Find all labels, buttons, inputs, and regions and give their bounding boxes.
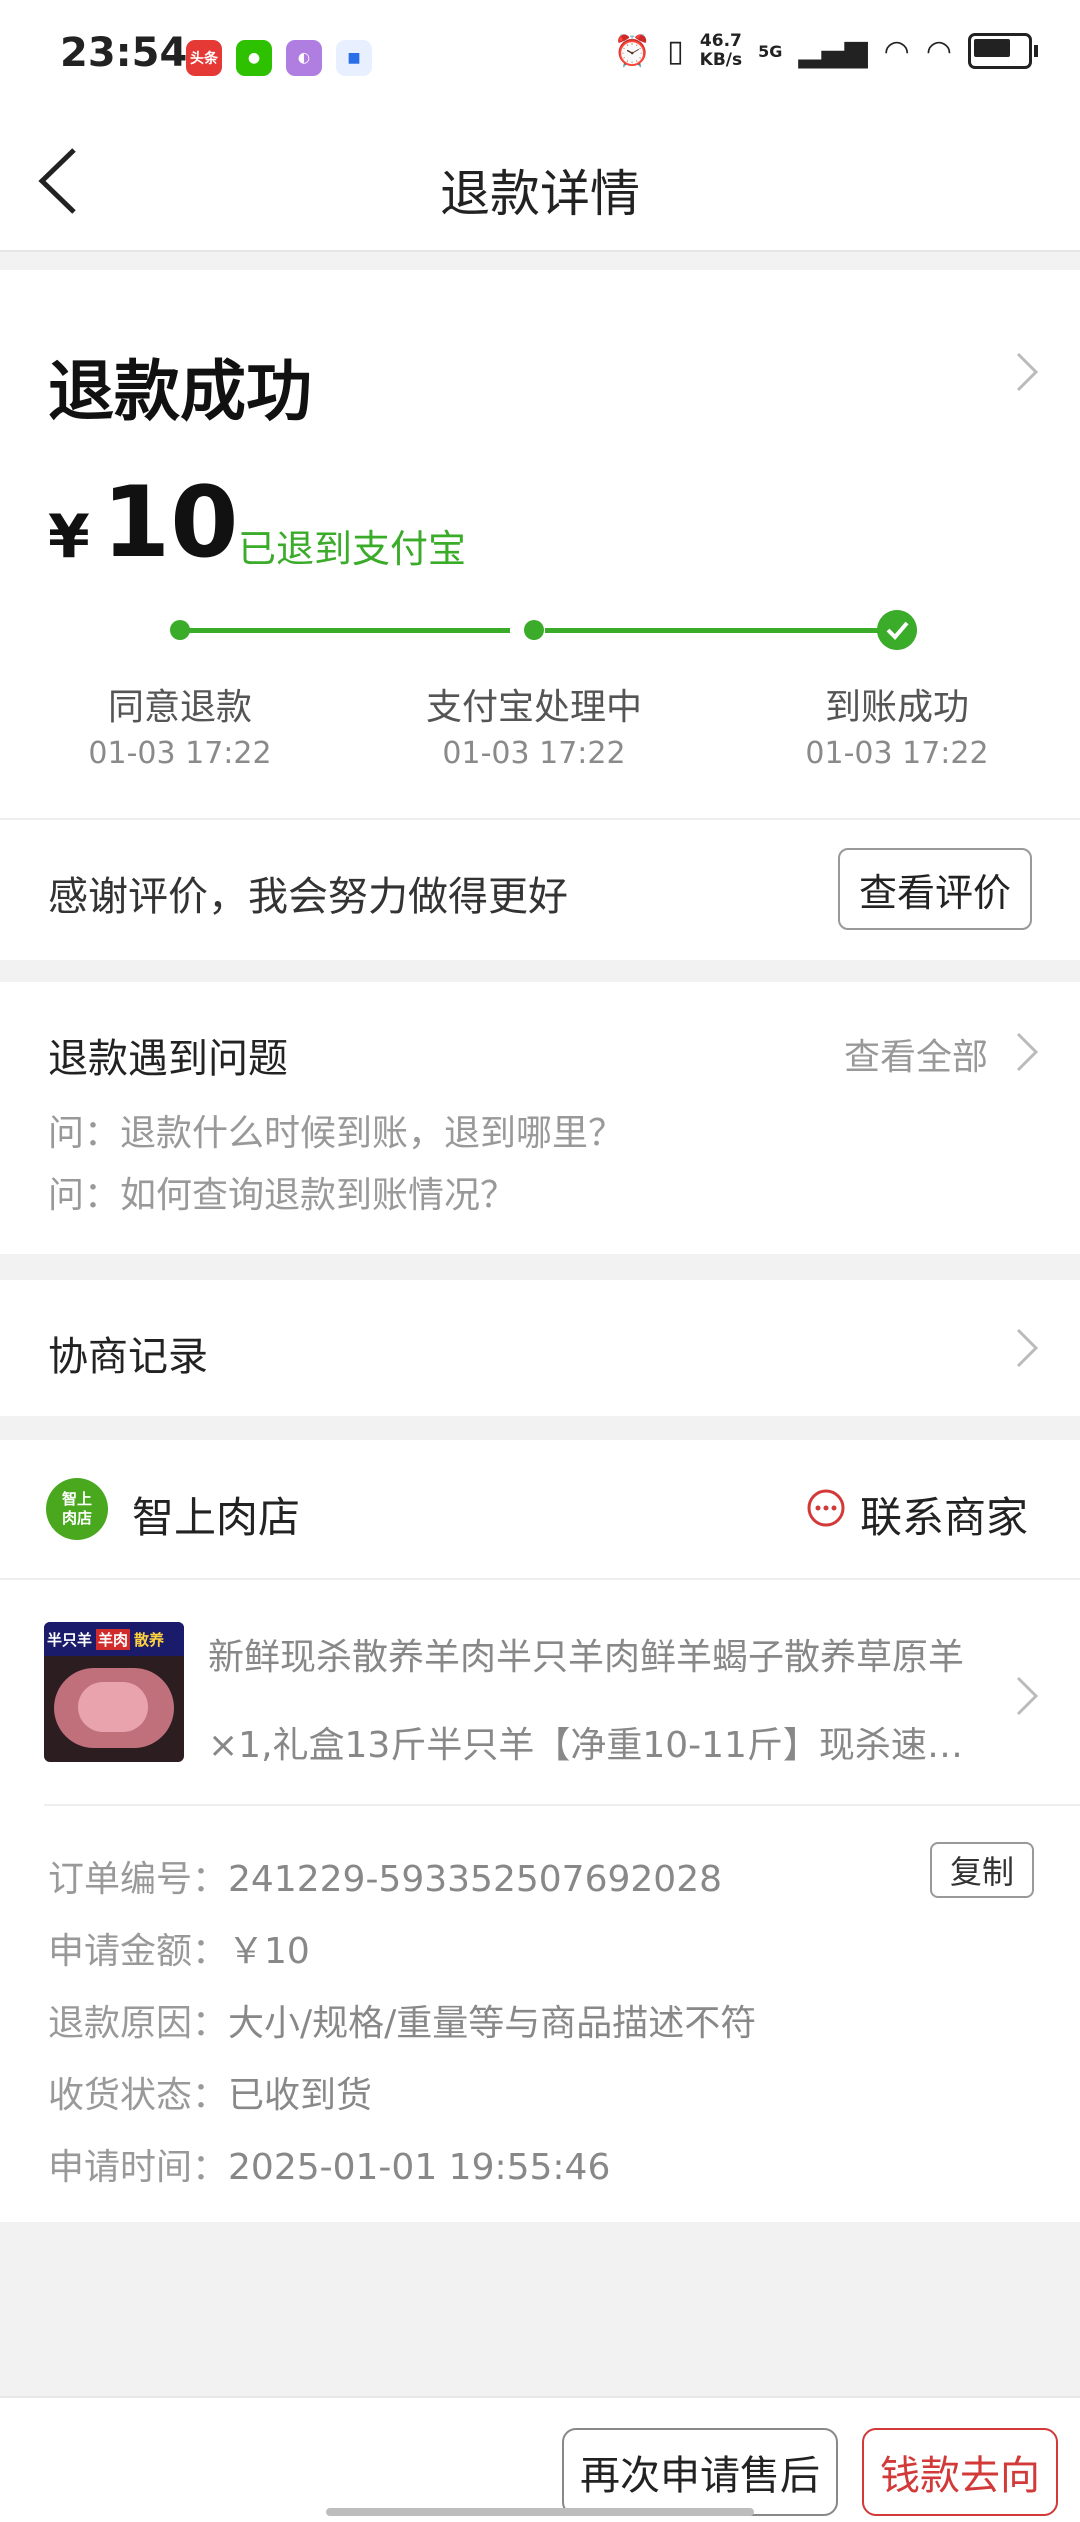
faq-question[interactable]: 问：退款什么时候到账，退到哪里？ (48, 1104, 624, 1156)
toutiao-icon: 头条 (186, 40, 222, 76)
refund-reason-row: 退款原因：大小/规格/重量等与商品描述不符 (48, 2003, 757, 2044)
progress-dot (170, 620, 190, 640)
wifi-icon: ◠ (883, 33, 910, 69)
product-title[interactable]: 新鲜现杀散养羊肉半只羊肉鲜羊蝎子散养草原羊 (208, 1628, 978, 1680)
notification-icons: 头条 ● ◐ ■ (186, 40, 372, 76)
view-all-link[interactable]: 查看全部 (844, 1028, 988, 1080)
contact-merchant-button[interactable]: 联系商家 (860, 1484, 1028, 1545)
shop-logo[interactable]: 智上 肉店 (46, 1478, 108, 1540)
step-label: 支付宝处理中 (425, 687, 642, 728)
alarm-icon: ⏰ (613, 33, 652, 69)
page-title: 退款详情 (440, 165, 640, 223)
progress-line (180, 628, 510, 633)
wifi-icon-2: ◠ (925, 33, 952, 69)
step-time: 01-03 17:22 (805, 736, 989, 771)
copy-button[interactable]: 复制 (930, 1842, 1034, 1898)
negotiation-title: 协商记录 (48, 1334, 208, 1380)
step-time: 01-03 17:22 (88, 736, 272, 771)
status-time: 23:54 (60, 30, 188, 76)
refund-status-title: 退款成功 (48, 353, 312, 430)
progress-dot (524, 620, 544, 640)
receipt-status-row: 收货状态：已收到货 (48, 2075, 373, 2116)
app-icon-2: ■ (336, 40, 372, 76)
order-number-row: 订单编号：241229-593352507692028 (48, 1859, 722, 1900)
vibrate-icon: ▯ (667, 33, 684, 69)
battery-tip (1034, 45, 1038, 57)
network-type: 5G (758, 41, 783, 61)
review-row: 感谢评价，我会努力做得更好 查看评价 (0, 818, 1080, 960)
product-image[interactable]: 半只羊 羊肉 散养 (44, 1622, 184, 1762)
apply-time-row: 申请时间：2025-01-01 19:55:46 (48, 2147, 611, 2188)
refund-amount: 10 (102, 466, 239, 580)
refund-faq-card: 退款遇到问题 查看全部 问：退款什么时候到账，退到哪里？ 问：如何查询退款到账情… (0, 982, 1080, 1254)
progress-line (545, 628, 885, 633)
divider (44, 1804, 1080, 1806)
refund-destination: 已退到支付宝 (238, 527, 467, 571)
chevron-right-icon (1016, 352, 1038, 392)
check-icon (877, 610, 917, 650)
negotiation-record-row[interactable]: 协商记录 (0, 1280, 1080, 1416)
review-text: 感谢评价，我会努力做得更好 (48, 874, 568, 920)
chevron-right-icon (1016, 1328, 1038, 1368)
chevron-right-icon[interactable] (1016, 1676, 1038, 1716)
product-spec: ×1,礼盒13斤半只羊【净重10-11斤】现杀速冻顺丰 (208, 1725, 978, 1766)
step-label: 同意退款 (107, 687, 252, 728)
chevron-right-icon[interactable] (1016, 1032, 1038, 1072)
apply-amount-row: 申请金额：￥10 (48, 1931, 310, 1972)
currency-symbol: ¥ (48, 502, 90, 572)
faq-question[interactable]: 问：如何查询退款到账情况？ (48, 1166, 516, 1218)
network-speed: 46.7 KB/s (699, 31, 743, 70)
money-destination-button[interactable]: 钱款去向 (862, 2428, 1058, 2516)
signal-icon: ▂▄▆ (798, 33, 868, 69)
refund-status-card[interactable]: 退款成功 ¥ 10 已退到支付宝 同意退款 支付宝处理中 到账成功 01-03 … (0, 270, 1080, 818)
system-icons: ⏰ ▯ 46.7 KB/s 5G ▂▄▆ ◠ ◠ (614, 32, 1038, 70)
home-indicator[interactable] (326, 2508, 754, 2516)
divider (0, 1578, 1080, 1580)
nav-bar: 退款详情 (0, 112, 1080, 252)
meat-shape (78, 1682, 148, 1732)
faq-title: 退款遇到问题 (48, 1036, 288, 1082)
chat-icon[interactable] (806, 1488, 846, 1528)
order-card: 智上 肉店 智上肉店 联系商家 半只羊 羊肉 散养 新鲜现杀散养羊肉半只羊肉鲜羊… (0, 1440, 1080, 2222)
step-label: 到账成功 (824, 687, 969, 728)
reapply-aftersale-button[interactable]: 再次申请售后 (562, 2428, 838, 2516)
battery-icon (968, 33, 1032, 69)
app-icon: ◐ (286, 40, 322, 76)
bottom-action-bar: 再次申请售后 钱款去向 (0, 2396, 1080, 2522)
step-time: 01-03 17:22 (442, 736, 626, 771)
view-review-button[interactable]: 查看评价 (838, 848, 1032, 930)
wechat-icon: ● (236, 40, 272, 76)
shop-name[interactable]: 智上肉店 (132, 1484, 300, 1545)
status-bar: 23:54 头条 ● ◐ ■ ⏰ ▯ 46.7 KB/s 5G ▂▄▆ ◠ ◠ (0, 0, 1080, 112)
product-badge-strip: 半只羊 羊肉 散养 (44, 1622, 184, 1656)
